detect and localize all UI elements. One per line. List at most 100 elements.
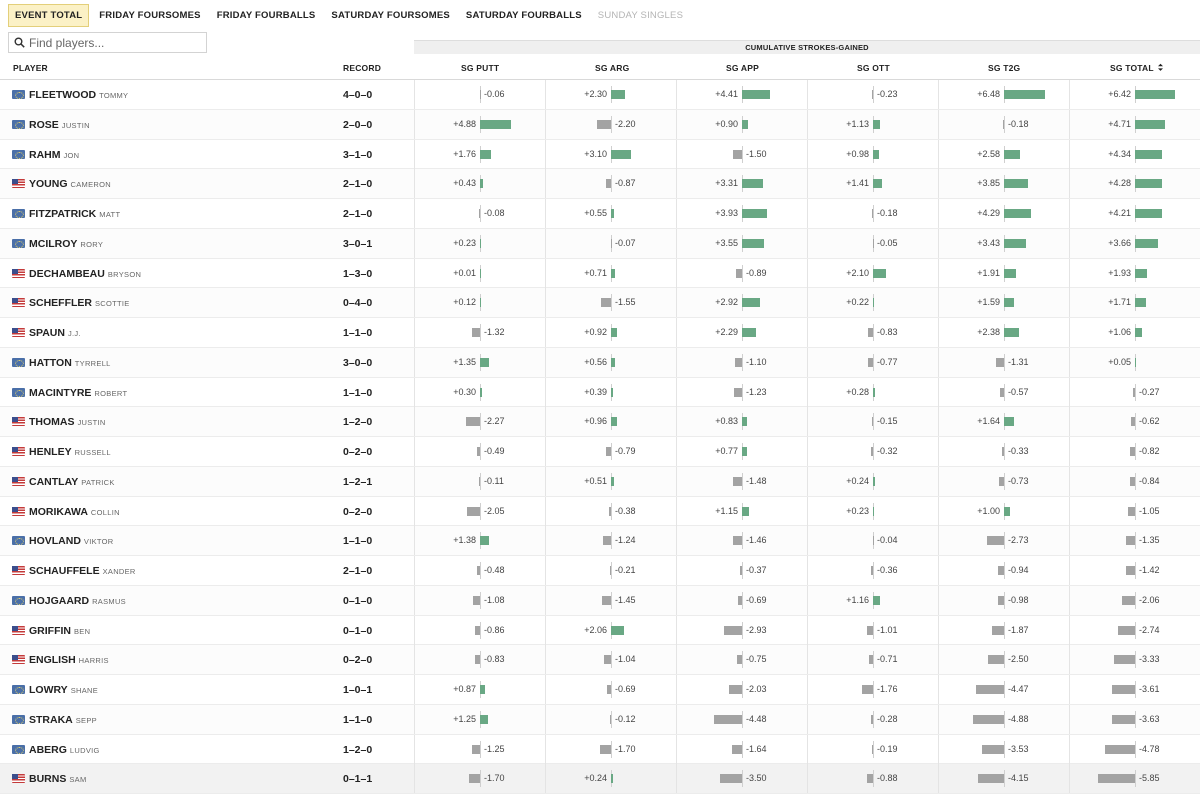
table-row[interactable]: RAHM JON 3–1–0 +1.76 +3.10 -1.50 +0.98 +2.58 +4.… [0,139,1200,170]
sg-arg-value: -0.21 [615,565,636,575]
player-name[interactable]: MCILROY RORY [29,238,103,250]
search-input[interactable] [29,35,199,50]
zero-line [742,740,743,758]
col-sg-app[interactable]: SG APP [726,63,759,73]
sg-app-cell: -2.93 [676,615,807,645]
sg-t2g-value: -2.50 [1008,654,1029,665]
player-name[interactable]: ENGLISH HARRIS [29,654,109,666]
player-name[interactable]: RAHM JON [29,149,79,161]
player-name[interactable]: DECHAMBEAU BRYSON [29,268,141,280]
player-name[interactable]: LOWRY SHANE [29,684,98,696]
player-record: 0–2–0 [343,446,373,458]
player-name[interactable]: HOJGAARD RASMUS [29,595,126,607]
table-row[interactable]: FLEETWOOD TOMMY 4–0–0 -0.06 +2.30 +4.41 -0.23 +… [0,80,1200,110]
col-player[interactable]: PLAYER [13,63,48,73]
zero-line [480,502,481,520]
table-row[interactable]: GRIFFIN BEN 0–1–0 -0.86 +2.06 -2.93 -1.01 -1.87… [0,615,1200,646]
player-name[interactable]: MACINTYRE ROBERT [29,387,127,399]
table-row[interactable]: THOMAS JUSTIN 1–2–0 -2.27 +0.96 +0.83 -0.15 +1.… [0,407,1200,437]
sg-total-cell: +1.93 [1069,258,1200,288]
table-row[interactable]: MCILROY RORY 3–0–1 +0.23 -0.07 +3.55 -0.05 +3.4… [0,228,1200,259]
sg-ott-value: -0.19 [877,743,898,754]
player-name[interactable]: MORIKAWA COLLIN [29,506,120,518]
sg-putt-value: -2.05 [484,505,505,516]
player-name[interactable]: STRAKA SEPP [29,714,97,726]
sg-ott-cell: +1.41 [807,169,938,199]
table-row[interactable]: CANTLAY PATRICK 1–2–1 -0.11 +0.51 -1.48 +0.24 -… [0,466,1200,497]
player-name[interactable]: FITZPATRICK MATT [29,208,120,220]
tab-event-total[interactable]: EVENT TOTAL [8,3,90,27]
sg-ott-value: -0.23 [877,89,898,99]
player-name[interactable]: SPAUN J.J. [29,327,81,339]
table-row[interactable]: MORIKAWA COLLIN 0–2–0 -2.05 -0.38 +1.15 +0.23 +… [0,496,1200,527]
col-sg-t2g[interactable]: SG T2G [988,63,1020,73]
player-name[interactable]: YOUNG CAMERON [29,178,111,190]
player-name[interactable]: BURNS SAM [29,773,87,785]
tab-saturday-foursomes[interactable]: SATURDAY FOURSOMES [325,5,456,26]
sg-arg-value: +3.10 [584,148,607,159]
player-name[interactable]: FLEETWOOD TOMMY [29,89,128,101]
sg-putt-bar [479,90,481,99]
sg-arg-value: -0.12 [615,713,636,724]
sg-t2g-value: -0.18 [1008,118,1029,129]
tab-friday-foursomes[interactable]: FRIDAY FOURSOMES [93,5,206,26]
sg-ott-value: +1.13 [846,118,869,129]
zero-line [873,324,874,341]
table-row[interactable]: SCHEFFLER SCOTTIE 0–4–0 +0.12 -1.55 +2.92 +0.2… [0,288,1200,318]
sg-app-cell: -1.50 [676,139,807,169]
sg-arg-bar [611,417,618,427]
tab-friday-fourballs[interactable]: FRIDAY FOURBALLS [211,5,322,26]
player-name[interactable]: HATTON TYRRELL [29,357,111,369]
table-row[interactable]: SCHAUFFELE XANDER 2–1–0 -0.48 -0.21 -0.37 -0.3… [0,556,1200,586]
player-last-name: DECHAMBEAU [29,267,105,280]
sg-total-bar [1098,774,1135,784]
player-first-name: RASMUS [92,596,126,606]
player-name[interactable]: HOVLAND VIKTOR [29,535,114,547]
col-sg-putt[interactable]: SG PUTT [461,63,499,73]
player-name[interactable]: GRIFFIN BEN [29,625,90,637]
table-row[interactable]: YOUNG CAMERON 2–1–0 +0.43 -0.87 +3.31 +1.41 +3.… [0,169,1200,199]
player-name[interactable]: SCHEFFLER SCOTTIE [29,297,130,309]
sg-t2g-cell: +2.38 [938,318,1069,347]
table-row[interactable]: HATTON TYRRELL 3–0–0 +1.35 +0.56 -1.10 -0.77 -1… [0,347,1200,378]
sg-putt-value: -1.32 [484,327,505,337]
col-sg-arg[interactable]: SG ARG [595,63,629,73]
table-row[interactable]: DECHAMBEAU BRYSON 1–3–0 +0.01 +0.71 -0.89 +2.1… [0,258,1200,289]
player-name[interactable]: SCHAUFFELE XANDER [29,565,136,577]
table-header: PLAYER RECORD SG PUTT SG ARG SG APP SG O… [0,56,1200,80]
sg-arg-bar [611,90,626,99]
tab-saturday-fourballs[interactable]: SATURDAY FOURBALLS [460,5,588,26]
table-row[interactable]: SPAUN J.J. 1–1–0 -1.32 +0.92 +2.29 -0.83 +2.38 +… [0,318,1200,348]
col-sg-ott[interactable]: SG OTT [857,63,890,73]
player-name[interactable]: THOMAS JUSTIN [29,416,106,428]
table-row[interactable]: MACINTYRE ROBERT 1–1–0 +0.30 +0.39 -1.23 +0.28… [0,377,1200,408]
player-name[interactable]: ABERG LUDVIG [29,744,100,756]
sg-total-value: -3.33 [1139,654,1160,665]
sg-t2g-value: -1.31 [1008,356,1029,367]
table-row[interactable]: STRAKA SEPP 1–1–0 +1.25 -0.12 -4.48 -0.28 -4.88… [0,704,1200,735]
table-row[interactable]: ENGLISH HARRIS 0–2–0 -0.83 -1.04 -0.75 -0.71 -2… [0,645,1200,675]
zero-line [1135,710,1136,728]
sg-t2g-cell: -0.94 [938,556,1069,585]
sg-putt-bar [480,238,482,248]
table-row[interactable]: BURNS SAM 0–1–1 -1.70 +0.24 -3.50 -0.88 -4.15 -5… [0,764,1200,794]
us-flag-icon [12,655,25,665]
table-row[interactable]: HENLEY RUSSELL 0–2–0 -0.49 -0.79 +0.77 -0.32 -0… [0,437,1200,467]
col-sg-total[interactable]: SG TOTAL [1110,63,1164,73]
sg-total-cell: -1.42 [1069,556,1200,585]
col-record[interactable]: RECORD [343,63,381,73]
zero-line [1004,770,1005,788]
sg-arg-value: -1.04 [615,654,636,665]
zero-line [611,502,612,520]
table-row[interactable]: ABERG LUDVIG 1–2–0 -1.25 -1.70 -1.64 -0.19 -3.5… [0,734,1200,765]
player-name[interactable]: CANTLAY PATRICK [29,476,115,488]
table-row[interactable]: FITZPATRICK MATT 2–1–0 -0.08 +0.55 +3.93 -0.18… [0,199,1200,229]
table-row[interactable]: HOVLAND VIKTOR 1–1–0 +1.38 -1.24 -1.46 -0.04 -2… [0,526,1200,556]
table-row[interactable]: ROSE JUSTIN 2–0–0 +4.88 -2.20 +0.90 +1.13 -0.18… [0,109,1200,140]
sg-total-bar [1135,268,1148,278]
table-row[interactable]: LOWRY SHANE 1–0–1 +0.87 -0.69 -2.03 -1.76 -4.47… [0,675,1200,705]
sg-t2g-bar [1004,417,1015,427]
table-row[interactable]: HOJGAARD RASMUS 0–1–0 -1.08 -1.45 -0.69 +1.16 -… [0,585,1200,616]
player-name[interactable]: ROSE JUSTIN [29,119,90,131]
player-name[interactable]: HENLEY RUSSELL [29,446,111,458]
